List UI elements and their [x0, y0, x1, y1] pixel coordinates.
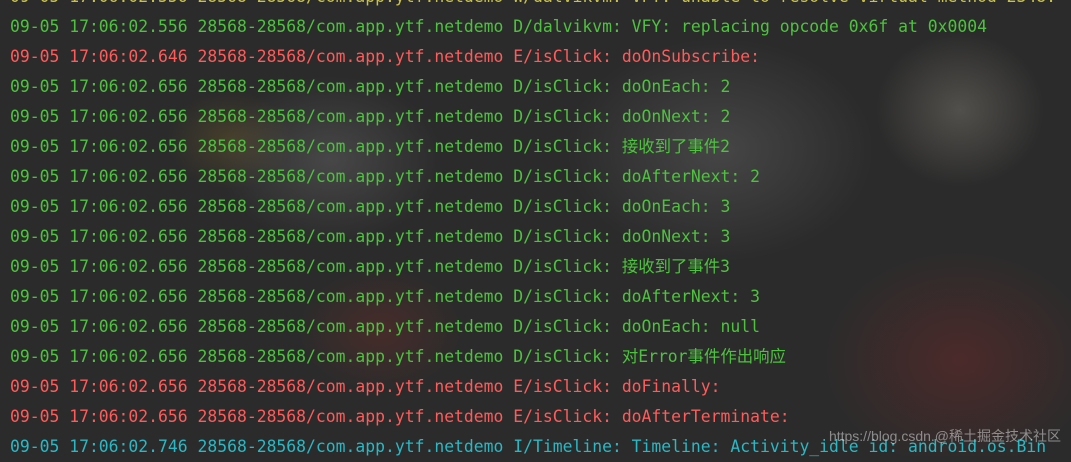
log-line[interactable]: 09-05 17:06:02.656 28568-28568/com.app.y…: [10, 102, 1071, 132]
log-line[interactable]: 09-05 17:06:02.656 28568-28568/com.app.y…: [10, 312, 1071, 342]
logcat-output[interactable]: 09-05 17:06:02.556 28568-28568/com.app.y…: [10, 0, 1071, 462]
log-line[interactable]: 09-05 17:06:02.656 28568-28568/com.app.y…: [10, 342, 1071, 372]
log-line[interactable]: 09-05 17:06:02.656 28568-28568/com.app.y…: [10, 192, 1071, 222]
log-line[interactable]: 09-05 17:06:02.656 28568-28568/com.app.y…: [10, 372, 1071, 402]
log-line[interactable]: 09-05 17:06:02.656 28568-28568/com.app.y…: [10, 252, 1071, 282]
log-line[interactable]: 09-05 17:06:02.556 28568-28568/com.app.y…: [10, 0, 1071, 12]
log-line[interactable]: 09-05 17:06:02.656 28568-28568/com.app.y…: [10, 132, 1071, 162]
log-line[interactable]: 09-05 17:06:02.656 28568-28568/com.app.y…: [10, 282, 1071, 312]
log-line[interactable]: 09-05 17:06:02.656 28568-28568/com.app.y…: [10, 222, 1071, 252]
watermark: https://blog.csdn.@稀土掘金技术社区: [828, 428, 1061, 444]
log-line[interactable]: 09-05 17:06:02.556 28568-28568/com.app.y…: [10, 12, 1071, 42]
log-line[interactable]: 09-05 17:06:02.646 28568-28568/com.app.y…: [10, 42, 1071, 72]
log-line[interactable]: 09-05 17:06:02.656 28568-28568/com.app.y…: [10, 162, 1071, 192]
log-line[interactable]: 09-05 17:06:02.656 28568-28568/com.app.y…: [10, 72, 1071, 102]
